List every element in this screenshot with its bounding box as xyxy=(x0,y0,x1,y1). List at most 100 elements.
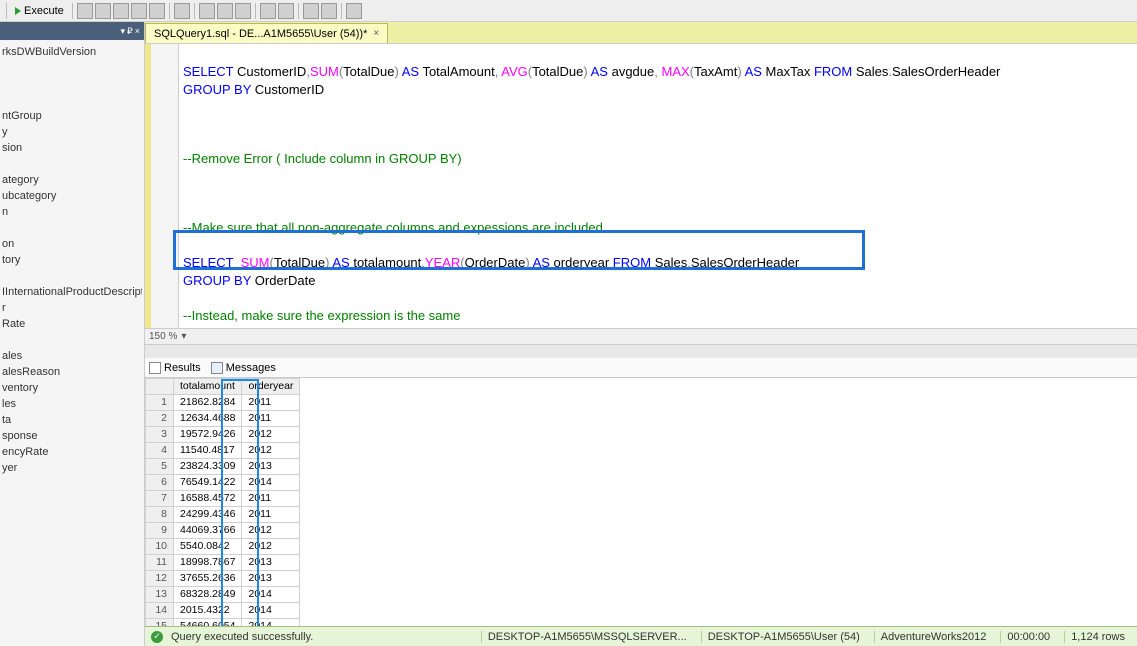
tree-item[interactable]: ales xyxy=(2,348,142,364)
tab-messages[interactable]: Messages xyxy=(211,362,276,374)
panel-header: ▾ ₽ × xyxy=(0,22,144,40)
cell: 10 xyxy=(146,539,174,555)
tree-item[interactable]: tory xyxy=(2,252,142,268)
tree-item[interactable]: r xyxy=(2,300,142,316)
play-icon xyxy=(15,7,21,15)
cell: 21862.8284 xyxy=(174,395,242,411)
table-row[interactable]: 1237655.26362013 xyxy=(146,571,300,587)
cell: 2012 xyxy=(242,539,300,555)
cell: 2012 xyxy=(242,427,300,443)
cell: 18998.7867 xyxy=(174,555,242,571)
tree-item[interactable]: ventory xyxy=(2,380,142,396)
object-explorer-panel: ▾ ₽ × rksDWBuildVersion ntGroupysion ate… xyxy=(0,22,145,646)
cell: 2013 xyxy=(242,459,300,475)
tree-item[interactable]: ategory xyxy=(2,172,142,188)
tree-item[interactable]: sponse xyxy=(2,428,142,444)
cell: 6 xyxy=(146,475,174,491)
tree-item[interactable]: encyRate xyxy=(2,444,142,460)
tree-item[interactable] xyxy=(2,332,142,348)
cell: 2012 xyxy=(242,443,300,459)
cell: 2013 xyxy=(242,571,300,587)
outdent-icon[interactable] xyxy=(321,3,337,19)
grid-result-icon xyxy=(149,362,161,374)
table-row[interactable]: 716588.45722011 xyxy=(146,491,300,507)
stop-icon[interactable] xyxy=(95,3,111,19)
tree-item[interactable] xyxy=(2,92,142,108)
tree-item[interactable] xyxy=(2,268,142,284)
indent-icon[interactable] xyxy=(303,3,319,19)
toolbar: Execute xyxy=(0,0,1137,22)
tab-results[interactable]: Results xyxy=(149,362,201,374)
table-row[interactable]: 1118998.78672013 xyxy=(146,555,300,571)
col-header[interactable]: totalamount xyxy=(174,379,242,395)
object-tree[interactable]: rksDWBuildVersion ntGroupysion ategoryub… xyxy=(0,40,144,646)
results-tabs: Results Messages xyxy=(145,358,1137,378)
cell: 14 xyxy=(146,603,174,619)
table-row[interactable]: 1368328.28492014 xyxy=(146,587,300,603)
tree-item[interactable]: Rate xyxy=(2,316,142,332)
cell: 44069.3766 xyxy=(174,523,242,539)
table-row[interactable]: 142015.43222014 xyxy=(146,603,300,619)
text-icon[interactable] xyxy=(217,3,233,19)
status-bar: ✓ Query executed successfully. DESKTOP-A… xyxy=(145,626,1137,646)
tree-item[interactable]: ubcategory xyxy=(2,188,142,204)
x-panel-icon[interactable]: × xyxy=(135,26,140,36)
results-grid-wrap[interactable]: totalamountorderyear 121862.828420112126… xyxy=(145,378,1137,646)
tree-item[interactable]: on xyxy=(2,236,142,252)
tree-item[interactable]: sion xyxy=(2,140,142,156)
tool-icon[interactable] xyxy=(174,3,190,19)
debug-icon[interactable] xyxy=(77,3,93,19)
col-header[interactable] xyxy=(146,379,174,395)
tree-item[interactable] xyxy=(2,60,142,76)
tree-item[interactable]: les xyxy=(2,396,142,412)
table-row[interactable]: 319572.94262012 xyxy=(146,427,300,443)
cell: 5 xyxy=(146,459,174,475)
tree-item[interactable] xyxy=(2,76,142,92)
tree-item[interactable]: ntGroup xyxy=(2,108,142,124)
stats-icon[interactable] xyxy=(149,3,165,19)
table-row[interactable]: 105540.08422012 xyxy=(146,539,300,555)
messages-icon xyxy=(211,362,223,374)
tree-item[interactable] xyxy=(2,220,142,236)
uncomment-icon[interactable] xyxy=(278,3,294,19)
table-row[interactable]: 824299.43462011 xyxy=(146,507,300,523)
tree-item[interactable]: n xyxy=(2,204,142,220)
tree-item[interactable]: yer xyxy=(2,460,142,476)
cell: 2014 xyxy=(242,475,300,491)
status-db: AdventureWorks2012 xyxy=(874,631,993,643)
table-row[interactable]: 411540.48172012 xyxy=(146,443,300,459)
tree-item[interactable]: y xyxy=(2,124,142,140)
editor-gutter xyxy=(145,44,179,328)
tree-item[interactable] xyxy=(2,156,142,172)
tree-item[interactable]: rksDWBuildVersion xyxy=(2,44,142,60)
table-row[interactable]: 523824.33092013 xyxy=(146,459,300,475)
close-panel-icon[interactable]: ₽ xyxy=(127,26,133,37)
cell: 2011 xyxy=(242,507,300,523)
sql-editor[interactable]: SELECT CustomerID,SUM(TotalDue) AS Total… xyxy=(179,44,1137,328)
editor-hscroll[interactable] xyxy=(145,344,1137,358)
cell: 11 xyxy=(146,555,174,571)
table-row[interactable]: 212634.46882011 xyxy=(146,411,300,427)
grid-icon[interactable] xyxy=(199,3,215,19)
parse-icon[interactable] xyxy=(113,3,129,19)
cell: 2011 xyxy=(242,491,300,507)
cell: 23824.3309 xyxy=(174,459,242,475)
table-row[interactable]: 944069.37662012 xyxy=(146,523,300,539)
tree-item[interactable]: alesReason xyxy=(2,364,142,380)
table-row[interactable]: 676549.14222014 xyxy=(146,475,300,491)
tree-item[interactable]: ta xyxy=(2,412,142,428)
table-row[interactable]: 121862.82842011 xyxy=(146,395,300,411)
doc-tab-sqlquery1[interactable]: SQLQuery1.sql - DE...A1M5655\User (54))*… xyxy=(145,23,388,43)
plan-icon[interactable] xyxy=(131,3,147,19)
col-header[interactable]: orderyear xyxy=(242,379,300,395)
comment-icon[interactable] xyxy=(260,3,276,19)
pin-icon[interactable]: ▾ xyxy=(120,26,125,37)
zoom-indicator[interactable]: 150 %▾ xyxy=(145,328,1137,344)
misc-icon[interactable] xyxy=(346,3,362,19)
file-icon[interactable] xyxy=(235,3,251,19)
cell: 12634.4688 xyxy=(174,411,242,427)
results-grid: totalamountorderyear 121862.828420112126… xyxy=(145,378,300,646)
close-tab-icon[interactable]: × xyxy=(373,28,379,39)
execute-button[interactable]: Execute xyxy=(11,4,68,18)
tree-item[interactable]: IInternationalProductDescription xyxy=(2,284,142,300)
